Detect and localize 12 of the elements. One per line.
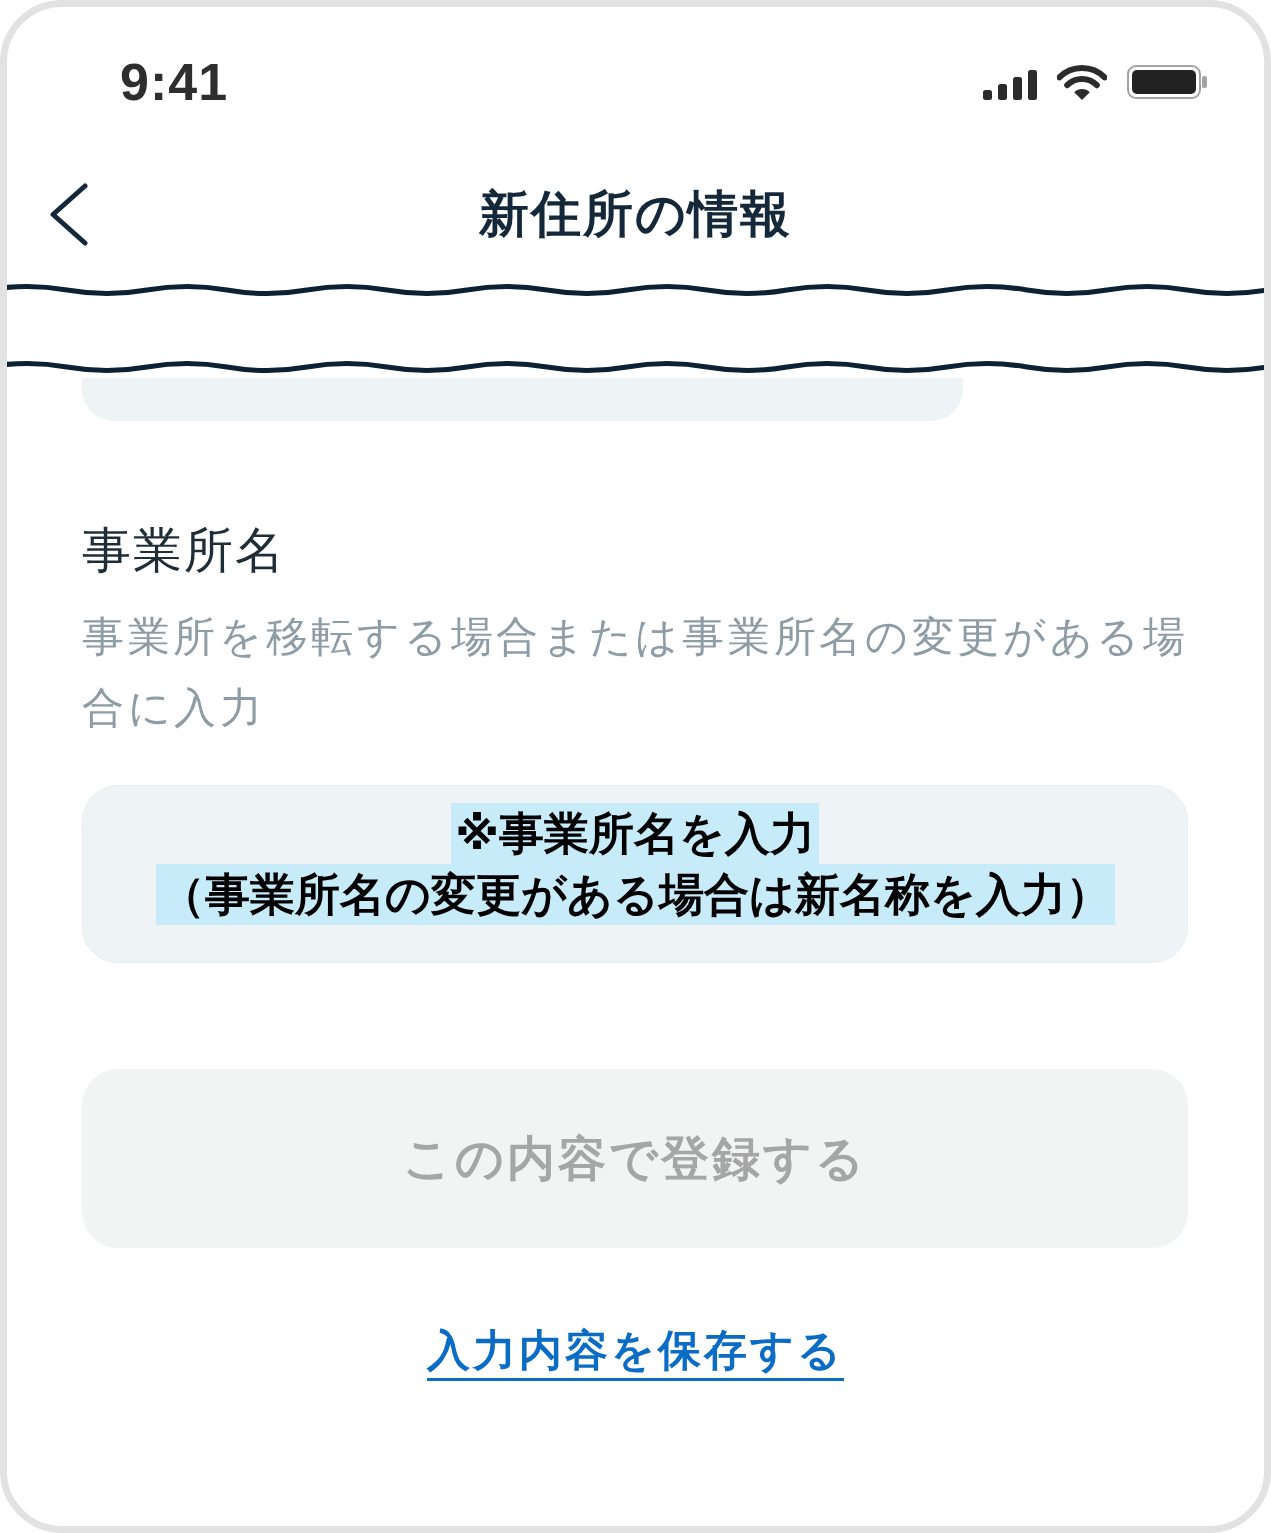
wifi-icon	[1057, 63, 1107, 101]
field-label: 事業所名	[82, 521, 287, 581]
annotation-text: （事業所名の変更がある場合は新名称を入力）	[155, 864, 1115, 925]
status-time: 9:41	[120, 52, 229, 112]
input-field[interactable]: ※事業所名を入力 （事業所名の変更がある場合は新名称を入力）	[82, 785, 1188, 963]
battery-icon	[1127, 65, 1207, 99]
chevron-left-icon[interactable]	[48, 182, 88, 246]
page-title: 新住所の情報	[479, 184, 792, 244]
annotation-text: ※事業所名を入力	[451, 803, 819, 864]
help-text: 事業所を移転する場合または事業所名の変更がある場合に入力	[82, 611, 1190, 734]
save-link[interactable]: 入力内容を保存する	[426, 1324, 844, 1381]
signal-icon	[983, 70, 1037, 100]
